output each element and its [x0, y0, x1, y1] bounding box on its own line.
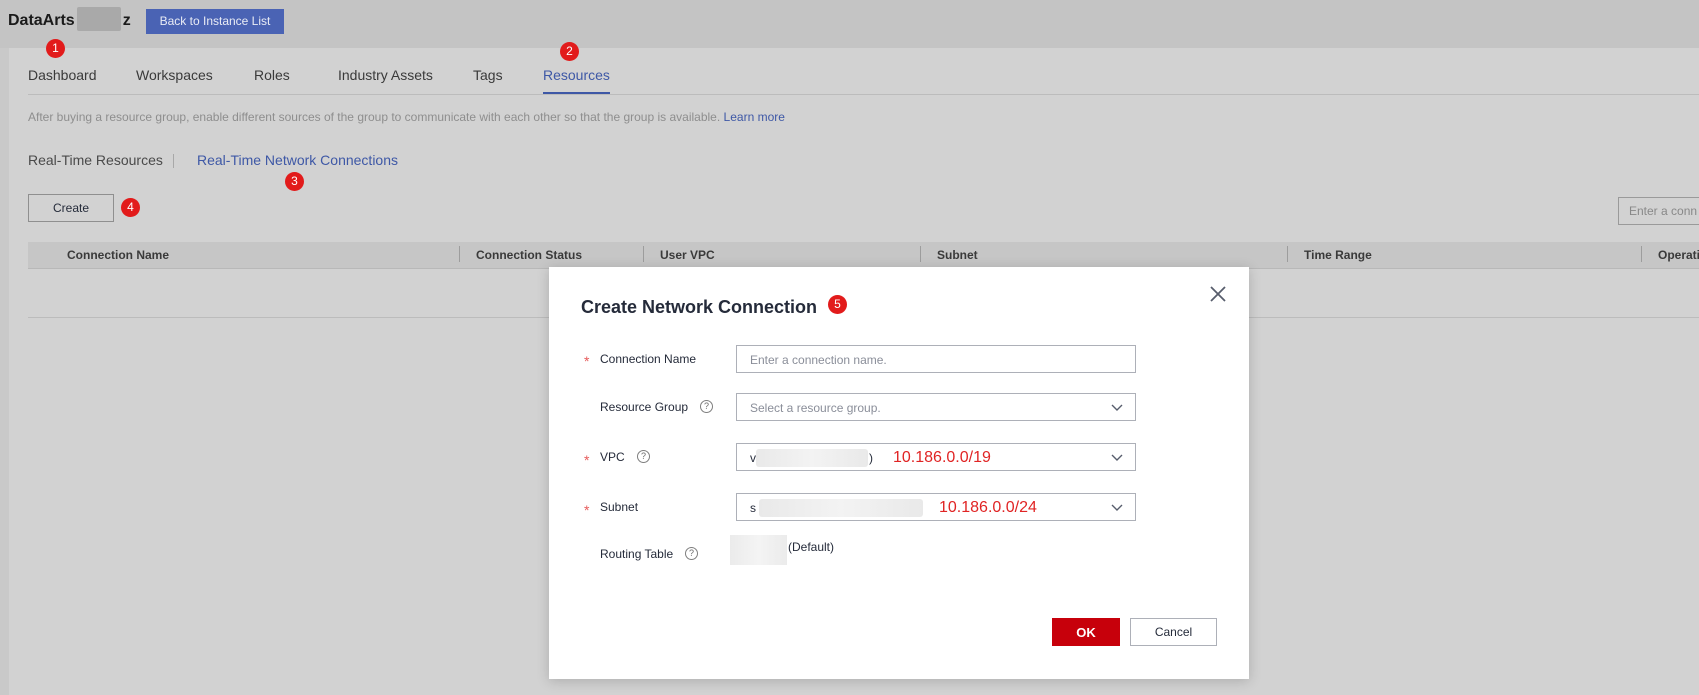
- create-button[interactable]: Create: [28, 194, 114, 222]
- dialog-title-text: Create Network Connection: [581, 297, 818, 317]
- cancel-button[interactable]: Cancel: [1130, 618, 1217, 646]
- vpc-select[interactable]: v ) 10.186.0.0/19: [736, 443, 1136, 471]
- help-icon[interactable]: ?: [700, 400, 713, 413]
- back-to-instance-list-button[interactable]: Back to Instance List: [146, 9, 284, 34]
- top-bar: DataArts z Back to Instance List: [0, 0, 1699, 48]
- resource-group-label: Resource Group: [600, 400, 689, 414]
- subtab-real-time-network-connections[interactable]: Real-Time Network Connections: [197, 152, 398, 168]
- column-subnet: Subnet: [937, 248, 978, 262]
- column-divider: [643, 246, 644, 262]
- vpc-cidr-annotation: 10.186.0.0/19: [893, 449, 991, 466]
- required-asterisk: *: [584, 452, 590, 468]
- chevron-down-icon: [1111, 504, 1123, 511]
- help-icon[interactable]: ?: [637, 450, 650, 463]
- subnet-cidr-annotation: 10.186.0.0/24: [939, 499, 1037, 516]
- column-operation: Operatio: [1658, 248, 1699, 262]
- column-divider: [920, 246, 921, 262]
- create-network-connection-dialog: Create Network Connection 5 * Connection…: [549, 267, 1249, 679]
- chevron-down-icon: [1111, 454, 1123, 461]
- learn-more-link[interactable]: Learn more: [724, 110, 785, 124]
- column-divider: [1287, 246, 1288, 262]
- help-icon[interactable]: ?: [685, 547, 698, 560]
- tab-workspaces[interactable]: Workspaces: [136, 67, 213, 83]
- search-input[interactable]: Enter a conn: [1618, 197, 1699, 225]
- step-marker-2: 2: [560, 42, 579, 61]
- column-connection-name: Connection Name: [67, 248, 170, 262]
- subtab-real-time-resources[interactable]: Real-Time Resources: [28, 152, 163, 168]
- required-asterisk: *: [584, 353, 590, 369]
- resource-group-select[interactable]: Select a resource group.: [736, 393, 1136, 421]
- required-asterisk: *: [584, 502, 590, 518]
- main-tabs: Dashboard Workspaces Roles Industry Asse…: [28, 67, 1699, 95]
- connection-name-label: Connection Name: [600, 352, 697, 366]
- app-title-suffix: z: [122, 12, 131, 30]
- subnet-select[interactable]: s 10.186.0.0/24: [736, 493, 1136, 521]
- app-title: DataArts z: [8, 7, 131, 31]
- step-marker-3: 3: [285, 172, 304, 191]
- connection-name-input[interactable]: Enter a connection name.: [736, 345, 1136, 373]
- app-title-prefix: DataArts: [8, 12, 75, 30]
- column-divider: [1641, 246, 1642, 262]
- redacted-subnet-name: [759, 499, 923, 517]
- subtab-divider: [173, 154, 174, 168]
- chevron-down-icon: [1111, 404, 1123, 411]
- column-divider: [459, 246, 460, 262]
- column-time-range: Time Range: [1304, 248, 1372, 262]
- step-marker-5: 5: [828, 295, 847, 314]
- tab-dashboard[interactable]: Dashboard: [28, 67, 97, 83]
- subnet-value-prefix: s: [750, 501, 756, 515]
- column-connection-status: Connection Status: [476, 248, 583, 262]
- close-icon[interactable]: [1207, 283, 1229, 305]
- dialog-title: Create Network Connection: [581, 297, 817, 318]
- redacted-vpc-name: [756, 449, 868, 467]
- info-banner: After buying a resource group, enable di…: [28, 110, 785, 124]
- tab-tags[interactable]: Tags: [473, 67, 503, 83]
- column-user-vpc: User VPC: [660, 248, 715, 262]
- vpc-label: VPC: [600, 450, 625, 464]
- step-marker-4: 4: [121, 198, 140, 217]
- tab-roles[interactable]: Roles: [254, 67, 290, 83]
- table-header: Connection Name Connection Status User V…: [28, 242, 1699, 269]
- routing-table-value: (Default): [788, 540, 835, 554]
- ok-button[interactable]: OK: [1052, 618, 1120, 646]
- resource-group-placeholder: Select a resource group.: [750, 401, 881, 415]
- connection-name-placeholder: Enter a connection name.: [750, 353, 887, 367]
- routing-table-label: Routing Table: [600, 547, 674, 561]
- redacted-instance-name: [76, 7, 121, 31]
- vpc-value-suffix: ): [869, 451, 873, 465]
- tab-resources[interactable]: Resources: [543, 67, 610, 94]
- redacted-routing-table: [730, 535, 787, 565]
- info-text: After buying a resource group, enable di…: [28, 110, 721, 124]
- subnet-label: Subnet: [600, 500, 639, 514]
- step-marker-1: 1: [46, 39, 65, 58]
- tab-industry-assets[interactable]: Industry Assets: [338, 67, 433, 83]
